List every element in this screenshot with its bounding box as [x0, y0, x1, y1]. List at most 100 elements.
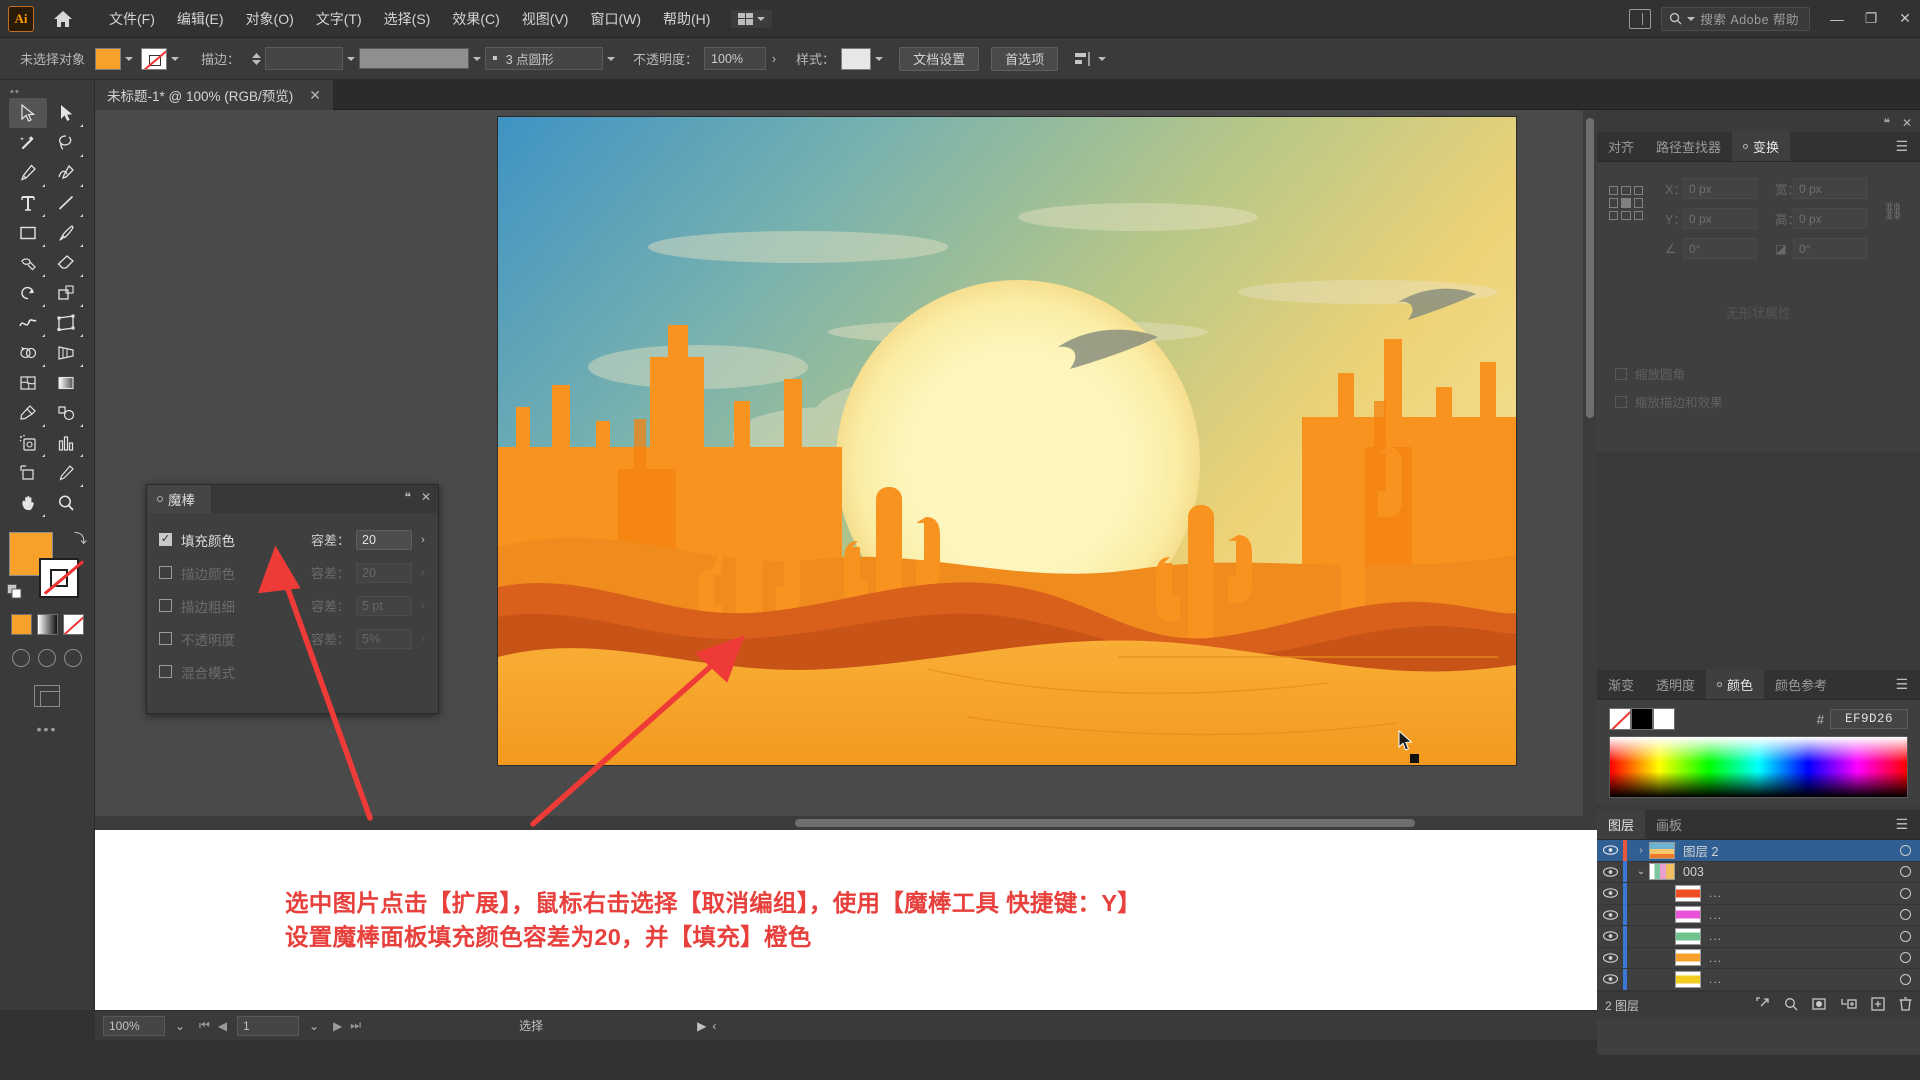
fill-color-swatch[interactable]: [95, 47, 122, 70]
target-icon[interactable]: [1890, 952, 1920, 964]
magic-wand-row-blending-mode[interactable]: 混合模式: [159, 655, 428, 688]
pen-tool[interactable]: [9, 158, 47, 188]
tab-gradient[interactable]: 渐变: [1597, 669, 1645, 699]
y-input[interactable]: 0 px: [1683, 208, 1757, 229]
visibility-icon[interactable]: [1597, 931, 1623, 941]
target-icon[interactable]: [1890, 930, 1920, 942]
layer-name[interactable]: ...: [1709, 908, 1890, 922]
visibility-icon[interactable]: [1597, 888, 1623, 898]
black-swatch[interactable]: [1631, 708, 1653, 730]
tab-color[interactable]: 颜色: [1706, 669, 1765, 699]
magic-wand-row-stroke-weight[interactable]: 描边粗细 容差： 5 pt ›: [159, 589, 428, 622]
color-spectrum[interactable]: [1609, 736, 1908, 798]
draw-behind-icon[interactable]: [38, 649, 56, 667]
visibility-icon[interactable]: [1597, 974, 1623, 984]
gradient-tool[interactable]: [47, 368, 85, 398]
search-adobe-help[interactable]: 搜索 Adobe 帮助: [1661, 6, 1810, 31]
chevron-down-icon[interactable]: [1094, 48, 1110, 70]
chevron-down-icon[interactable]: [121, 48, 137, 70]
document-tab[interactable]: 未标题-1* @ 100% (RGB/预览) ✕: [95, 80, 333, 110]
collapse-layer-icon[interactable]: ⌄: [1633, 866, 1649, 877]
free-transform-tool[interactable]: [47, 308, 85, 338]
layer-name[interactable]: ...: [1709, 951, 1890, 965]
menu-item-object[interactable]: 对象(O): [235, 5, 305, 33]
last-artboard-icon[interactable]: ⏭: [350, 1018, 361, 1033]
stroke-weight-slider-icon[interactable]: ›: [418, 600, 428, 612]
minimize-button[interactable]: —: [1828, 11, 1846, 27]
menu-item-edit[interactable]: 编辑(E): [166, 5, 235, 33]
layers-panel-menu-icon[interactable]: ☰: [1883, 809, 1920, 839]
scale-tool[interactable]: [47, 278, 85, 308]
fill-tolerance-input[interactable]: 20: [356, 529, 412, 550]
tab-align[interactable]: 对齐: [1597, 131, 1645, 161]
x-input[interactable]: 0 px: [1683, 178, 1757, 199]
white-swatch[interactable]: [1653, 708, 1675, 730]
opacity-slider-icon[interactable]: ›: [418, 633, 428, 645]
slice-tool[interactable]: [47, 458, 85, 488]
scale-corners-option[interactable]: 缩放圆角: [1615, 364, 1906, 383]
blending-mode-checkbox[interactable]: [159, 665, 172, 678]
layer-name[interactable]: ...: [1709, 972, 1890, 986]
target-icon[interactable]: [1890, 909, 1920, 921]
status-menu-icon[interactable]: ‹: [712, 1019, 716, 1033]
canvas-horizontal-scrollbar[interactable]: [95, 816, 1597, 830]
close-icon[interactable]: ✕: [309, 87, 321, 104]
line-segment-tool[interactable]: [47, 188, 85, 218]
zoom-tool[interactable]: [47, 488, 85, 518]
lasso-tool[interactable]: [47, 128, 85, 158]
chevron-down-icon[interactable]: [343, 48, 359, 70]
layer-name[interactable]: 003: [1683, 865, 1890, 879]
stroke-color-swatch[interactable]: [141, 47, 168, 70]
layer-row-item-2[interactable]: ...: [1597, 904, 1920, 926]
direct-selection-tool[interactable]: [47, 98, 85, 128]
search-icon[interactable]: [1784, 997, 1798, 1014]
graphic-style-swatch[interactable]: [841, 47, 872, 70]
document-setup-button[interactable]: 文档设置: [899, 46, 980, 71]
chevron-down-icon[interactable]: [469, 48, 485, 70]
create-new-layer-icon[interactable]: [1871, 996, 1885, 1014]
chevron-down-icon[interactable]: [167, 48, 183, 70]
gradient-mode-button[interactable]: [36, 614, 58, 635]
edit-toolbar-icon[interactable]: •••: [0, 721, 94, 737]
chevron-down-icon[interactable]: ⌄: [171, 1019, 189, 1033]
align-options-icon[interactable]: [1072, 49, 1094, 69]
stroke-weight-tolerance-input[interactable]: 5 pt: [356, 595, 412, 616]
scale-strokes-checkbox[interactable]: [1615, 395, 1627, 408]
none-swatch[interactable]: [1609, 708, 1631, 730]
tab-transparency[interactable]: 透明度: [1645, 669, 1706, 699]
canvas-vertical-scrollbar[interactable]: [1583, 110, 1597, 830]
opacity-tolerance-input[interactable]: 5%: [356, 628, 412, 649]
visibility-icon[interactable]: [1597, 867, 1623, 877]
scale-corners-checkbox[interactable]: [1615, 367, 1627, 380]
magic-wand-tool[interactable]: [9, 128, 47, 158]
status-expand-icon[interactable]: ▶: [697, 1019, 706, 1033]
width-input[interactable]: 0 px: [1793, 178, 1867, 199]
locate-object-icon[interactable]: [1756, 996, 1770, 1014]
default-fill-stroke-icon[interactable]: [7, 584, 23, 600]
collapse-panels-icon[interactable]: ❝: [1883, 116, 1889, 130]
home-icon[interactable]: [46, 6, 80, 32]
layer-row-item-5[interactable]: ...: [1597, 968, 1920, 991]
constrain-proportions-icon[interactable]: ⛓: [1882, 202, 1904, 222]
scale-strokes-effects-option[interactable]: 缩放描边和效果: [1615, 392, 1906, 411]
target-icon[interactable]: [1890, 866, 1920, 878]
type-tool[interactable]: [9, 188, 47, 218]
magic-wand-panel-tab[interactable]: 魔棒: [147, 485, 211, 513]
stroke-tolerance-input[interactable]: 20: [356, 562, 412, 583]
menu-item-window[interactable]: 窗口(W): [579, 5, 652, 33]
tab-pathfinder[interactable]: 路径查找器: [1645, 131, 1732, 161]
chevron-down-icon[interactable]: [603, 48, 619, 70]
target-icon[interactable]: [1890, 887, 1920, 899]
workspace-switcher[interactable]: [731, 9, 773, 28]
artboard-number-field[interactable]: 1: [237, 1015, 300, 1036]
menu-item-type[interactable]: 文字(T): [305, 5, 373, 33]
tab-layers[interactable]: 图层: [1597, 809, 1646, 839]
previous-artboard-icon[interactable]: ◀: [218, 1019, 227, 1033]
target-icon[interactable]: [1890, 844, 1920, 856]
none-mode-button[interactable]: [62, 614, 84, 635]
collapse-icon[interactable]: ❝: [404, 490, 410, 504]
menu-item-select[interactable]: 选择(S): [373, 5, 442, 33]
stroke-color-box[interactable]: [39, 558, 79, 598]
tab-artboards[interactable]: 画板: [1645, 809, 1693, 839]
opacity-checkbox[interactable]: [159, 632, 172, 645]
